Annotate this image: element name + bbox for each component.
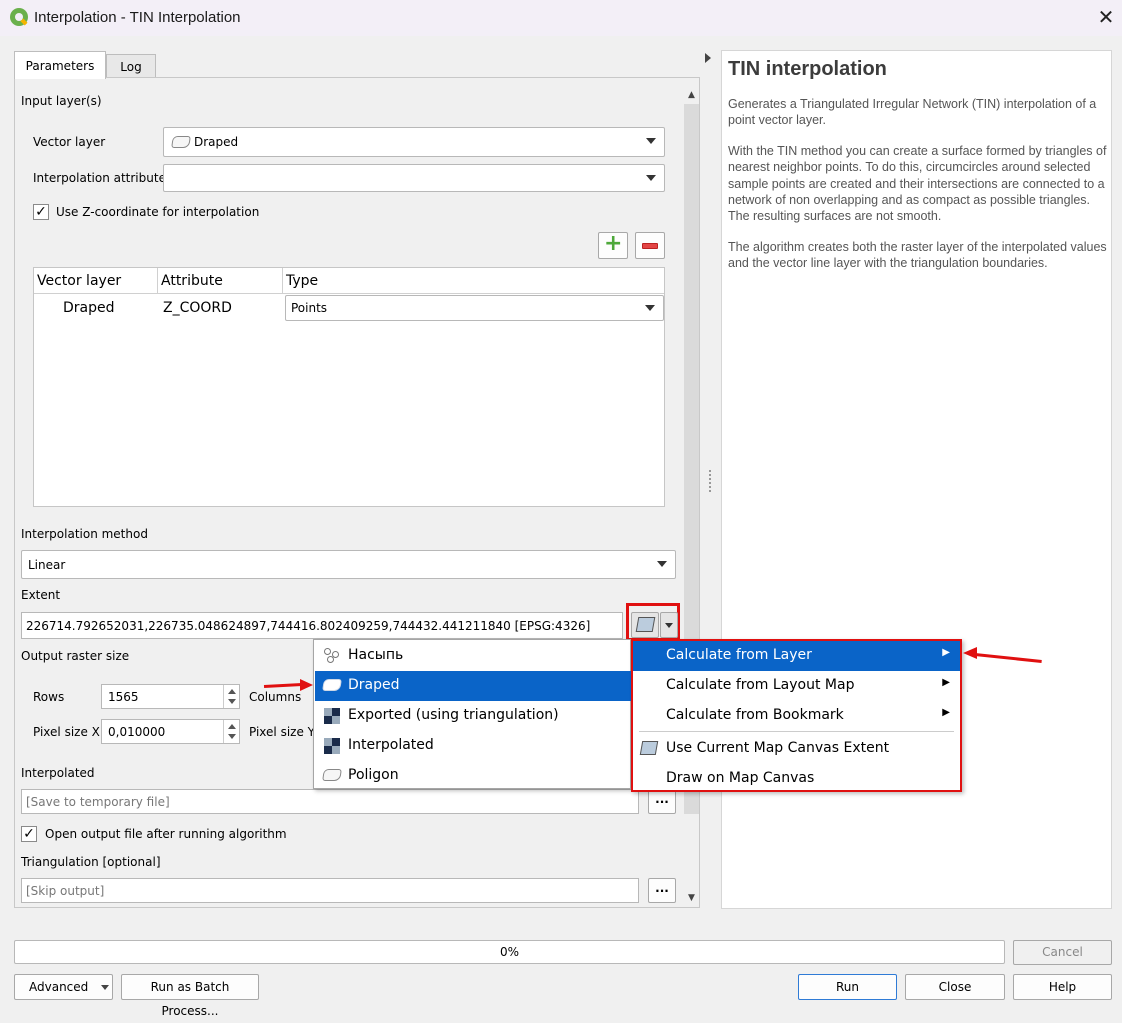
interpolated-output-input[interactable]: [Save to temporary file] [21,789,639,814]
splitter-handle[interactable] [709,470,713,492]
interpolated-label: Interpolated [21,766,95,780]
menu-item-draw-on-canvas[interactable]: Draw on Map Canvas [633,764,960,794]
interp-attr-combo[interactable] [163,164,665,192]
add-layer-button[interactable]: + [598,231,628,259]
menu-item-layer[interactable]: Interpolated [315,731,631,761]
close-icon[interactable]: ✕ [1096,5,1116,29]
advanced-button[interactable]: Advanced [14,974,113,1000]
tab-log[interactable]: Log [106,54,156,78]
extent-dropdown-button[interactable] [660,612,678,638]
batch-process-button[interactable]: Run as Batch Process... [121,974,259,1018]
help-paragraph: With the TIN method you can create a sur… [728,144,1107,224]
column-header[interactable]: Vector layer [34,268,158,294]
minus-icon [642,243,658,249]
progress-text: 0% [499,945,520,959]
extent-selector-button[interactable] [631,612,659,638]
annotation-arrow [263,679,314,691]
scroll-down-icon[interactable]: ▼ [684,890,699,906]
help-button[interactable]: Help [1013,974,1112,1000]
output-raster-label: Output raster size [21,649,130,663]
menu-item-calculate-from-bookmark[interactable]: Calculate from Bookmark ▶ [633,701,960,731]
raster-layer-icon [324,738,340,754]
polygon-layer-icon [171,136,191,148]
polygon-layer-icon [322,769,342,781]
run-button[interactable]: Run [798,974,897,1000]
scroll-up-icon[interactable]: ▲ [684,87,699,103]
interp-method-label: Interpolation method [21,527,148,541]
help-title: TIN interpolation [728,58,887,80]
tab-parameters[interactable]: Parameters [14,51,106,79]
layer-dropdown-menu: Насыпь Draped Exported (using triangulat… [313,639,631,789]
map-cursor-icon [635,617,656,632]
columns-label: Columns [249,690,302,704]
menu-item-layer[interactable]: Poligon [315,761,631,791]
extent-input[interactable]: 226714.792652031,226735.048624897,744416… [21,612,623,639]
rows-value: 1565 [108,690,139,704]
use-z-checkbox[interactable]: ✓ [33,204,49,220]
type-value: Points [291,301,328,315]
open-output-label: Open output file after running algorithm [45,827,287,841]
rows-spinbox[interactable]: 1565 [101,684,240,709]
help-paragraph: Generates a Triangulated Irregular Netwo… [728,97,1097,128]
vector-layer-label: Vector layer [33,135,106,149]
table-cell-attribute[interactable]: Z_COORD [163,295,232,321]
chevron-down-icon [657,561,667,567]
pixel-x-spinbox[interactable]: 0,010000 [101,719,240,744]
interp-method-combo[interactable]: Linear [21,550,676,579]
vector-layer-value: Draped [194,135,239,149]
chevron-down-icon [101,985,109,990]
chevron-down-icon [646,138,656,144]
pixel-x-value: 0,010000 [108,725,166,739]
input-layers-label: Input layer(s) [21,94,102,108]
pixel-x-label: Pixel size X [33,725,100,739]
interp-attr-label: Interpolation attribute [33,171,166,185]
raster-layer-icon [324,708,340,724]
progress-bar: 0% [14,940,1005,964]
spin-arrows-icon[interactable] [223,685,239,708]
table-cell-layer[interactable]: Draped [63,295,115,321]
menu-item-calculate-from-layout-map[interactable]: Calculate from Layout Map ▶ [633,671,960,701]
window-title: Interpolation - TIN Interpolation [34,9,241,26]
use-z-label: Use Z-coordinate for interpolation [56,205,260,219]
chevron-down-icon [665,623,673,628]
collapse-arrow-icon[interactable] [705,53,711,63]
menu-item-layer[interactable]: Exported (using triangulation) [315,701,631,731]
polygon-layer-icon [322,679,342,691]
interp-method-value: Linear [28,558,66,572]
close-button[interactable]: Close [905,974,1005,1000]
triangulation-output-input[interactable]: [Skip output] [21,878,639,903]
submenu-arrow-icon: ▶ [942,677,950,688]
open-output-checkbox[interactable]: ✓ [21,826,37,842]
vector-layer-combo[interactable]: Draped [163,127,665,157]
extent-label: Extent [21,588,61,602]
annotation-arrow [963,645,1043,663]
chevron-down-icon [646,175,656,181]
remove-layer-button[interactable] [635,232,665,259]
cancel-button[interactable]: Cancel [1013,940,1112,965]
column-header[interactable]: Type [283,268,664,294]
chevron-down-icon [645,305,655,311]
rows-label: Rows [33,690,65,704]
pixel-y-label: Pixel size Y [249,725,315,739]
map-cursor-icon [639,741,659,755]
advanced-label: Advanced [29,980,89,994]
type-combo[interactable]: Points [285,295,664,321]
plus-icon: + [604,231,623,256]
triangulation-label: Triangulation [optional] [21,855,161,869]
browse-button[interactable]: ... [648,878,676,903]
extent-dropdown-menu: Calculate from Layer ▶ Calculate from La… [631,639,962,792]
submenu-arrow-icon: ▶ [942,647,950,658]
point-layer-icon [324,648,340,664]
menu-item-use-canvas-extent[interactable]: Use Current Map Canvas Extent [633,734,960,764]
menu-item-calculate-from-layer[interactable]: Calculate from Layer ▶ [633,641,960,671]
menu-item-layer[interactable]: Draped [315,671,631,701]
menu-separator [639,731,954,732]
submenu-arrow-icon: ▶ [942,707,950,718]
help-paragraph: The algorithm creates both the raster la… [728,240,1107,271]
qgis-logo-icon [10,8,28,26]
layers-table[interactable]: Vector layer Attribute Type Draped Z_COO… [33,267,665,507]
menu-item-layer[interactable]: Насыпь [315,641,631,671]
column-header[interactable]: Attribute [158,268,283,294]
spin-arrows-icon[interactable] [223,720,239,743]
